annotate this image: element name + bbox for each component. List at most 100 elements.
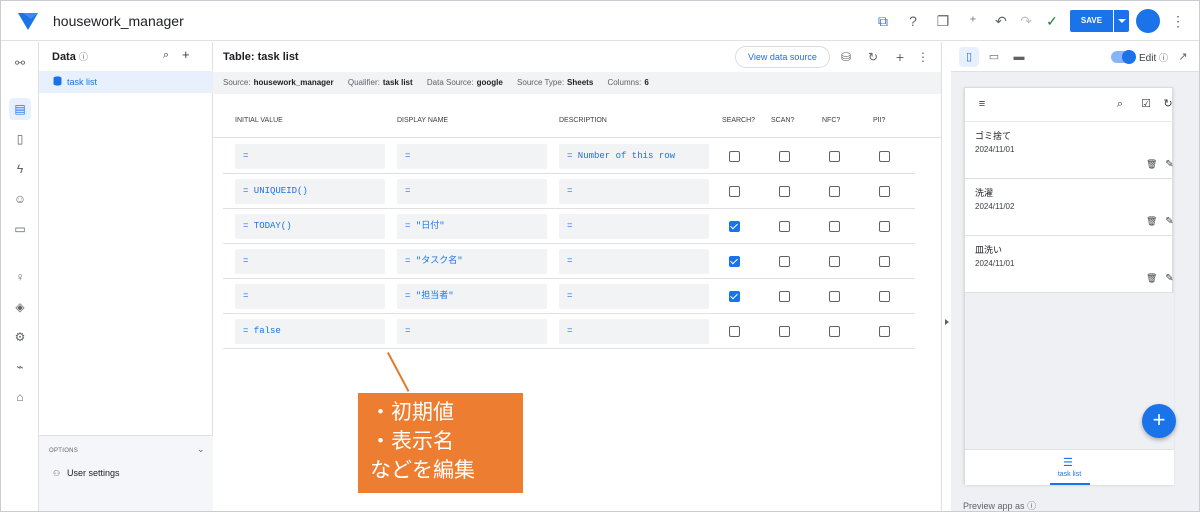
edit-icon[interactable]: ✎ bbox=[1164, 273, 1175, 284]
list-icon[interactable]: ☰ bbox=[1063, 456, 1073, 469]
display-formula-field[interactable]: = "日付" bbox=[397, 214, 547, 239]
view-data-source-button[interactable]: View data source bbox=[735, 46, 830, 68]
search-checkbox[interactable] bbox=[729, 186, 740, 197]
automation-icon[interactable]: ϟ bbox=[9, 158, 31, 180]
description-formula-field[interactable]: = Number of this row bbox=[559, 144, 709, 169]
task-date: 2024/11/02 bbox=[975, 202, 1015, 211]
bot-icon[interactable]: ☺ bbox=[9, 188, 31, 210]
initial-formula-field[interactable]: = bbox=[235, 249, 385, 274]
copy-icon[interactable]: ❐ bbox=[934, 12, 952, 30]
scan-checkbox[interactable] bbox=[779, 151, 790, 162]
scan-checkbox[interactable] bbox=[779, 326, 790, 337]
preview-toolbar: ▯ ▭ ▬ Edit ⓘ ↗ bbox=[951, 42, 1199, 72]
table-editor: Table: task list View data source ⛁ ↻ + … bbox=[213, 42, 941, 511]
scan-checkbox[interactable] bbox=[779, 256, 790, 267]
nav-label[interactable]: task list bbox=[965, 471, 1174, 478]
delete-icon[interactable]: 🗑 bbox=[1146, 216, 1157, 227]
scan-checkbox[interactable] bbox=[779, 186, 790, 197]
insights-icon[interactable]: ♀ bbox=[9, 266, 31, 288]
add-table-icon[interactable]: + bbox=[182, 47, 190, 62]
display-formula-field[interactable]: = "担当者" bbox=[397, 284, 547, 309]
regenerate-schema-icon[interactable]: ⛁ bbox=[838, 49, 854, 65]
user-settings-link[interactable]: User settings bbox=[67, 468, 120, 478]
sidebar-item-task-list[interactable]: task list bbox=[39, 71, 213, 93]
expand-arrow-icon[interactable] bbox=[945, 319, 949, 325]
search-icon[interactable]: ⌕ bbox=[163, 49, 169, 62]
pii-checkbox[interactable] bbox=[879, 326, 890, 337]
nfc-checkbox[interactable] bbox=[829, 151, 840, 162]
select-icon[interactable]: ☑ bbox=[1139, 97, 1153, 111]
edit-icon[interactable]: ✎ bbox=[1164, 216, 1175, 227]
monitor-icon[interactable]: ⌁ bbox=[9, 356, 31, 378]
pii-checkbox[interactable] bbox=[879, 256, 890, 267]
add-icon[interactable]: + bbox=[892, 49, 908, 65]
description-formula-field[interactable]: = bbox=[559, 284, 709, 309]
pii-checkbox[interactable] bbox=[879, 151, 890, 162]
desktop-device-icon[interactable]: ▬ bbox=[1009, 47, 1029, 67]
refresh-icon[interactable]: ↻ bbox=[865, 49, 881, 65]
mobile-device-icon[interactable]: ▯ bbox=[959, 47, 979, 67]
search-checkbox[interactable] bbox=[729, 326, 740, 337]
delete-icon[interactable]: 🗑 bbox=[1146, 273, 1157, 284]
initial-formula-field[interactable]: = false bbox=[235, 319, 385, 344]
initial-formula-field[interactable]: = bbox=[235, 284, 385, 309]
nfc-checkbox[interactable] bbox=[829, 186, 840, 197]
search-checkbox[interactable] bbox=[729, 256, 740, 267]
avatar[interactable] bbox=[1136, 9, 1160, 33]
share-icon[interactable]: ⁺ bbox=[964, 12, 982, 30]
nfc-checkbox[interactable] bbox=[829, 221, 840, 232]
pii-checkbox[interactable] bbox=[879, 186, 890, 197]
preview-icon[interactable]: ⧉ bbox=[874, 12, 892, 30]
redo-icon[interactable]: ↷ bbox=[1017, 12, 1035, 30]
learn-icon[interactable]: ⌂ bbox=[9, 386, 31, 408]
edit-icon[interactable]: ✎ bbox=[1164, 159, 1175, 170]
display-formula-field[interactable]: = bbox=[397, 179, 547, 204]
undo-icon[interactable]: ↶ bbox=[992, 12, 1010, 30]
scan-checkbox[interactable] bbox=[779, 291, 790, 302]
nfc-checkbox[interactable] bbox=[829, 291, 840, 302]
scan-checkbox[interactable] bbox=[779, 221, 790, 232]
pii-checkbox[interactable] bbox=[879, 221, 890, 232]
search-checkbox[interactable] bbox=[729, 221, 740, 232]
display-formula-field[interactable]: = "タスク名" bbox=[397, 249, 547, 274]
open-external-icon[interactable]: ↗ bbox=[1173, 47, 1193, 67]
description-formula-field[interactable]: = bbox=[559, 319, 709, 344]
pii-checkbox[interactable] bbox=[879, 291, 890, 302]
connect-icon[interactable]: ⚯ bbox=[9, 52, 31, 74]
settings-icon[interactable]: ⚙ bbox=[9, 326, 31, 348]
initial-formula-field[interactable]: = UNIQUEID() bbox=[235, 179, 385, 204]
info-icon: ⓘ bbox=[78, 52, 88, 62]
search-checkbox[interactable] bbox=[729, 151, 740, 162]
description-formula-field[interactable]: = bbox=[559, 214, 709, 239]
search-checkbox[interactable] bbox=[729, 291, 740, 302]
list-item[interactable]: 皿洗い 2024/11/01 🗑 ✎ bbox=[965, 236, 1174, 293]
add-fab-button[interactable]: + bbox=[1142, 404, 1176, 438]
panel-divider[interactable] bbox=[941, 42, 951, 511]
list-item[interactable]: 洗濯 2024/11/02 🗑 ✎ bbox=[965, 179, 1174, 236]
initial-formula-field[interactable]: = bbox=[235, 144, 385, 169]
chevron-down-icon[interactable]: ⌄ bbox=[197, 444, 205, 455]
search-icon[interactable]: ⌕ bbox=[1113, 97, 1127, 111]
description-formula-field[interactable]: = bbox=[559, 249, 709, 274]
security-icon[interactable]: ◈ bbox=[9, 296, 31, 318]
more-menu-icon[interactable]: ⋮ bbox=[1171, 12, 1185, 30]
initial-formula-field[interactable]: = TODAY() bbox=[235, 214, 385, 239]
display-formula-field[interactable]: = bbox=[397, 319, 547, 344]
sort-icon[interactable]: ≡ bbox=[975, 97, 989, 111]
nfc-checkbox[interactable] bbox=[829, 326, 840, 337]
list-item[interactable]: ゴミ捨て 2024/11/01 🗑 ✎ bbox=[965, 122, 1174, 179]
nfc-checkbox[interactable] bbox=[829, 256, 840, 267]
tablet-device-icon[interactable]: ▭ bbox=[984, 47, 1004, 67]
description-formula-field[interactable]: = bbox=[559, 179, 709, 204]
chat-icon[interactable]: ▭ bbox=[9, 218, 31, 240]
save-dropdown-button[interactable] bbox=[1114, 10, 1129, 32]
sync-icon[interactable]: ↻ bbox=[1161, 97, 1175, 111]
save-button[interactable]: SAVE bbox=[1070, 10, 1113, 32]
help-icon[interactable]: ? bbox=[904, 12, 922, 30]
display-formula-field[interactable]: = bbox=[397, 144, 547, 169]
views-icon[interactable]: ▯ bbox=[9, 128, 31, 150]
table-more-icon[interactable]: ⋮ bbox=[915, 49, 931, 65]
delete-icon[interactable]: 🗑 bbox=[1146, 159, 1157, 170]
data-icon[interactable]: ▤ bbox=[9, 98, 31, 120]
edit-toggle[interactable] bbox=[1111, 50, 1136, 64]
